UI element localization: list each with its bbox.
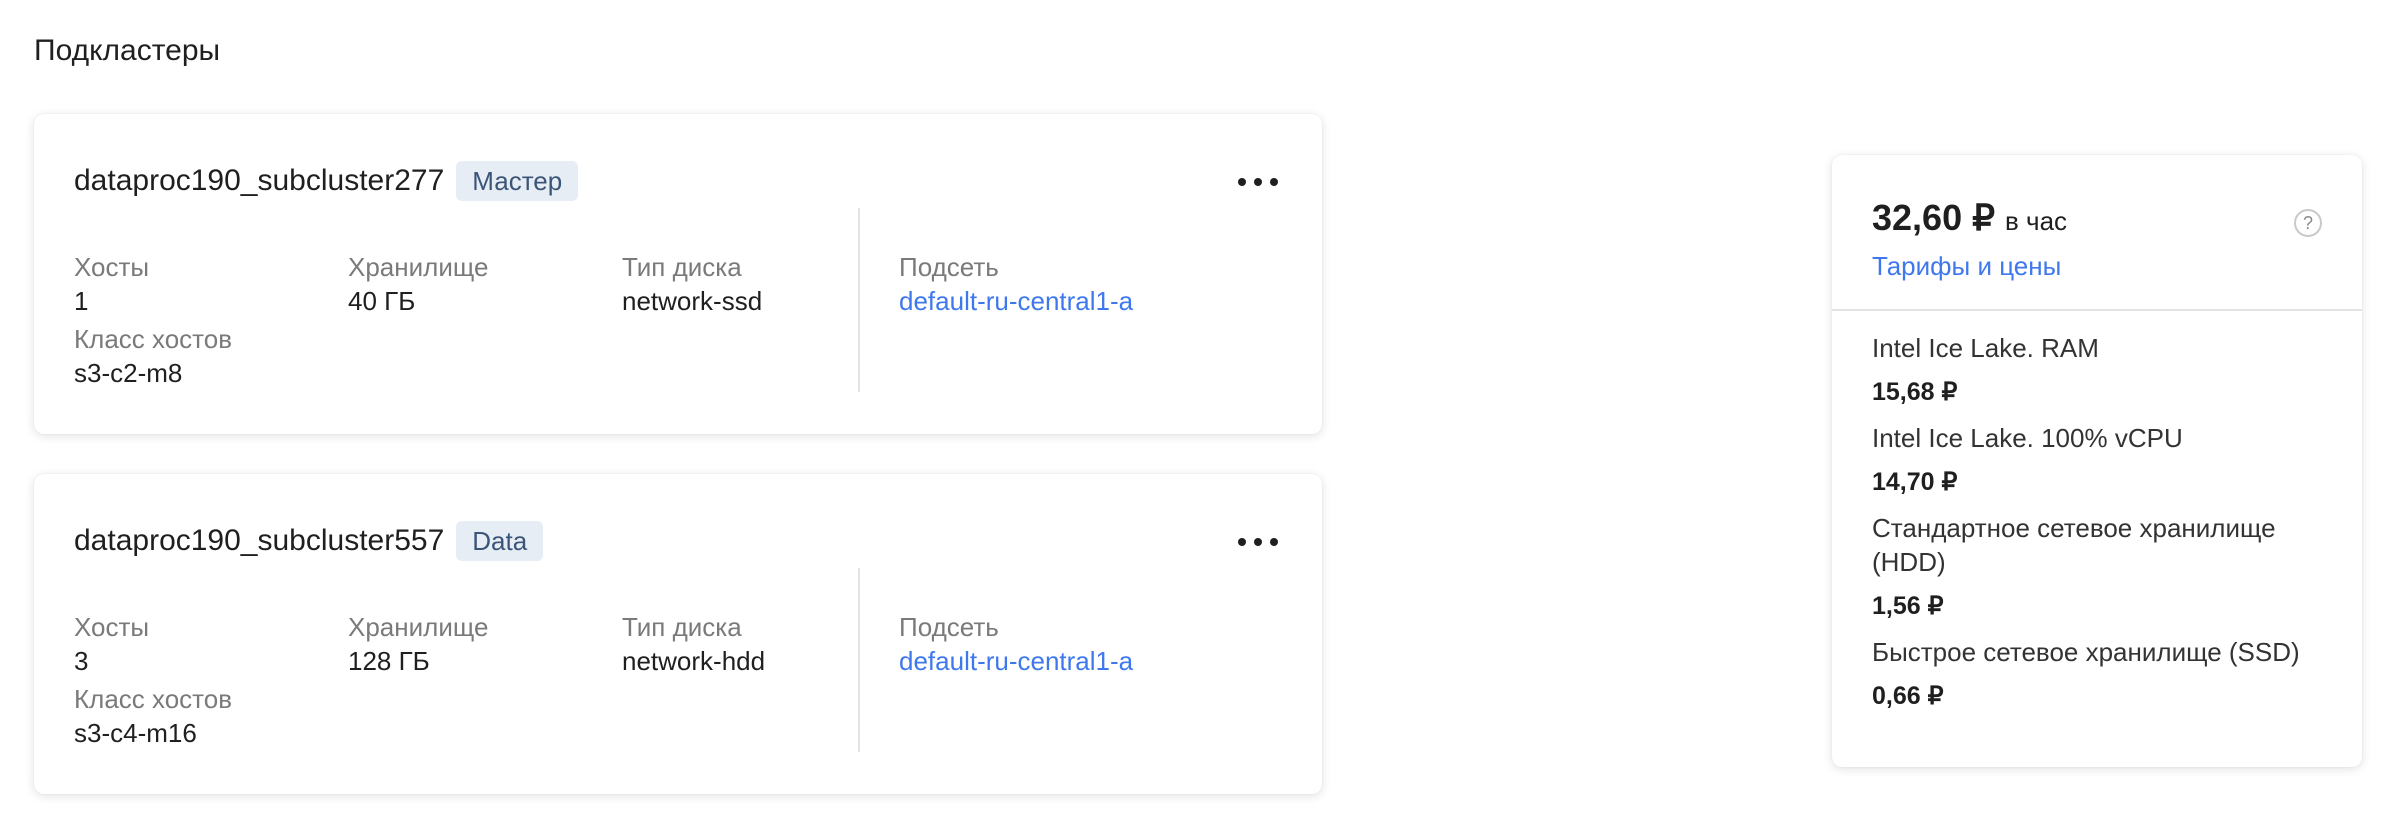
subcluster-header: dataproc190_subcluster277 Мастер	[74, 160, 579, 202]
divider	[858, 208, 860, 392]
host-class-field: Класс хостов s3-c2-m8	[74, 322, 232, 390]
subcluster-card: dataproc190_subcluster277 Мастер Хосты 1…	[34, 114, 1322, 434]
price-item-name: Быстрое сетевое хранилище (SSD)	[1872, 637, 2300, 667]
hosts-value: 1	[74, 286, 89, 316]
question-icon[interactable]: ?	[2294, 209, 2322, 237]
storage-label: Хранилище	[348, 612, 489, 642]
host-class-label: Класс хостов	[74, 324, 233, 354]
subnet-label: Подсеть	[899, 252, 999, 282]
ellipsis-icon	[1238, 538, 1246, 546]
price-item: Intel Ice Lake. RAM 15,68 ₽	[1872, 331, 2332, 407]
hosts-field: Хосты 1	[74, 250, 149, 318]
storage-field: Хранилище 40 ГБ	[348, 250, 488, 318]
pricing-panel: 32,60 ₽ в час ? Тарифы и цены Intel Ice …	[1832, 155, 2362, 767]
divider	[858, 568, 860, 752]
tariffs-link[interactable]: Тарифы и цены	[1872, 251, 2061, 282]
storage-value: 128 ГБ	[348, 646, 430, 676]
subnet-label: Подсеть	[899, 612, 999, 642]
price-item-value: 14,70 ₽	[1872, 468, 1958, 496]
subnet-link[interactable]: default-ru-central1-a	[899, 284, 1133, 318]
subnet-link[interactable]: default-ru-central1-a	[899, 644, 1133, 678]
more-actions-button[interactable]	[1238, 174, 1278, 190]
price-period: в час	[2005, 206, 2068, 236]
subcluster-card: dataproc190_subcluster557 Data Хосты 3 Х…	[34, 474, 1322, 794]
price-item-name: Стандартное сетевое хранилище (HDD)	[1872, 513, 2276, 577]
disk-type-value: network-ssd	[622, 286, 763, 316]
disk-type-label: Тип диска	[622, 612, 742, 642]
price-list: Intel Ice Lake. RAM 15,68 ₽ Intel Ice La…	[1872, 331, 2332, 725]
disk-type-value: network-hdd	[622, 646, 766, 676]
price-item-value: 15,68 ₽	[1872, 378, 1958, 406]
price-item-name: Intel Ice Lake. 100% vCPU	[1872, 423, 2183, 453]
divider	[1832, 309, 2362, 311]
storage-field: Хранилище 128 ГБ	[348, 610, 488, 678]
subcluster-name: dataproc190_subcluster277	[74, 164, 445, 197]
disk-type-label: Тип диска	[622, 252, 742, 282]
disk-type-field: Тип диска network-hdd	[622, 610, 765, 678]
subnet-field: Подсеть default-ru-central1-a	[899, 610, 1133, 678]
storage-label: Хранилище	[348, 252, 489, 282]
price-item-value: 0,66 ₽	[1872, 682, 1944, 710]
subcluster-header: dataproc190_subcluster557 Data	[74, 520, 544, 562]
price-total-amount: 32,60 ₽	[1872, 197, 1995, 238]
subnet-field: Подсеть default-ru-central1-a	[899, 250, 1133, 318]
hosts-label: Хосты	[74, 612, 150, 642]
more-actions-button[interactable]	[1238, 534, 1278, 550]
price-item: Быстрое сетевое хранилище (SSD) 0,66 ₽	[1872, 635, 2332, 711]
price-item: Intel Ice Lake. 100% vCPU 14,70 ₽	[1872, 421, 2332, 497]
host-class-value: s3-c4-m16	[74, 718, 197, 748]
hosts-field: Хосты 3	[74, 610, 149, 678]
hosts-label: Хосты	[74, 252, 150, 282]
price-item-value: 1,56 ₽	[1872, 592, 1944, 620]
ellipsis-icon	[1238, 178, 1246, 186]
price-total: 32,60 ₽ в час	[1872, 197, 2067, 239]
role-badge: Data	[456, 521, 544, 561]
section-title: Подкластеры	[34, 34, 221, 67]
role-badge: Мастер	[456, 161, 579, 201]
price-item: Стандартное сетевое хранилище (HDD) 1,56…	[1872, 511, 2332, 621]
host-class-field: Класс хостов s3-c4-m16	[74, 682, 232, 750]
hosts-value: 3	[74, 646, 89, 676]
price-item-name: Intel Ice Lake. RAM	[1872, 333, 2099, 363]
host-class-value: s3-c2-m8	[74, 358, 183, 388]
disk-type-field: Тип диска network-ssd	[622, 250, 762, 318]
subcluster-name: dataproc190_subcluster557	[74, 524, 445, 557]
host-class-label: Класс хостов	[74, 684, 233, 714]
storage-value: 40 ГБ	[348, 286, 416, 316]
